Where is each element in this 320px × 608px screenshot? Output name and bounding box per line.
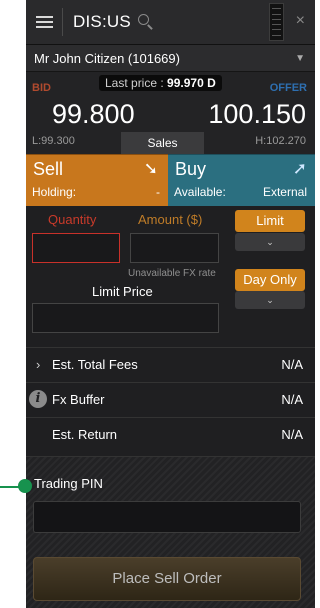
- menu-icon[interactable]: [26, 0, 62, 44]
- high-price: H:102.270: [255, 135, 306, 147]
- bid-label: BID: [32, 82, 51, 94]
- info-icon[interactable]: i: [29, 390, 47, 408]
- chevron-down-icon[interactable]: ⌄: [235, 291, 305, 309]
- sell-title: Sell: [33, 159, 64, 179]
- offer-label: OFFER: [269, 82, 307, 94]
- limit-price-label: Limit Price: [92, 284, 153, 299]
- summary-label: Est. Return: [52, 427, 118, 442]
- fx-rate-note: Unavailable FX rate: [128, 268, 216, 279]
- buy-tab[interactable]: Buy ➚ Available: External: [168, 154, 315, 206]
- est-total-fees-row[interactable]: › Est. Total Fees N/A: [26, 347, 315, 382]
- account-selector[interactable]: Mr John Citizen (101669) ▼: [26, 45, 315, 72]
- holding-label: Holding:: [32, 185, 77, 199]
- order-entry: Quantity Amount ($) Limit ⌄ Unavailable …: [26, 206, 315, 347]
- callout-marker: [18, 479, 32, 493]
- summary-label: Fx Buffer: [52, 392, 105, 407]
- bid-price: 99.800: [52, 99, 135, 129]
- ticket-header: DIS:US ×: [26, 0, 315, 45]
- trade-ticket-panel: DIS:US × Mr John Citizen (101669) ▼ BID …: [26, 0, 315, 608]
- quantity-label: Quantity: [48, 212, 97, 227]
- arrow-down-right-icon: ➘: [143, 159, 158, 178]
- summary-value: N/A: [281, 357, 303, 372]
- fx-buffer-row: i Fx Buffer N/A: [26, 382, 315, 417]
- last-price-label: Last price :: [105, 76, 164, 90]
- last-price-value: 99.970 D: [167, 76, 216, 90]
- order-type-button[interactable]: Limit: [235, 210, 305, 232]
- close-icon[interactable]: ×: [296, 12, 305, 30]
- side-selector: Sell ➘ Holding: - Buy ➚ Available: Exter…: [26, 154, 315, 206]
- trading-pin-label: Trading PIN: [34, 476, 103, 491]
- quantity-input[interactable]: [32, 233, 120, 263]
- limit-price-input[interactable]: [32, 303, 219, 333]
- amount-input[interactable]: [130, 233, 219, 263]
- chevron-right-icon: ›: [36, 357, 41, 372]
- trading-pin-input[interactable]: [33, 501, 301, 533]
- search-icon[interactable]: [137, 13, 155, 31]
- arrow-up-right-icon: ➚: [292, 159, 307, 178]
- buy-title: Buy: [175, 159, 207, 179]
- summary-value: N/A: [281, 427, 303, 442]
- holding-value: -: [156, 185, 160, 199]
- est-return-row: Est. Return N/A: [26, 417, 315, 452]
- last-price-badge: Last price : 99.970 D: [99, 75, 222, 91]
- tab-sales[interactable]: Sales: [121, 132, 204, 154]
- amount-label: Amount ($): [138, 212, 203, 227]
- account-name: Mr John Citizen (101669): [34, 50, 180, 66]
- grip-icon[interactable]: [269, 3, 284, 41]
- summary-value: N/A: [281, 392, 303, 407]
- symbol-title: DIS:US: [73, 12, 131, 31]
- sell-tab[interactable]: Sell ➘ Holding: -: [26, 154, 168, 206]
- available-value: External: [262, 185, 307, 199]
- place-sell-order-button[interactable]: Place Sell Order: [33, 557, 301, 601]
- summary-label: Est. Total Fees: [52, 357, 138, 372]
- pin-section: Trading PIN Place Sell Order: [26, 456, 315, 608]
- quote-panel: BID Last price : 99.970 D OFFER 99.800 1…: [26, 72, 315, 154]
- duration-button[interactable]: Day Only: [235, 269, 305, 291]
- offer-price: 100.150: [208, 99, 306, 129]
- low-price: L:99.300: [32, 135, 75, 147]
- chevron-down-icon: ▼: [295, 52, 305, 64]
- available-label: Available:: [174, 185, 226, 199]
- chevron-down-icon[interactable]: ⌄: [235, 233, 305, 251]
